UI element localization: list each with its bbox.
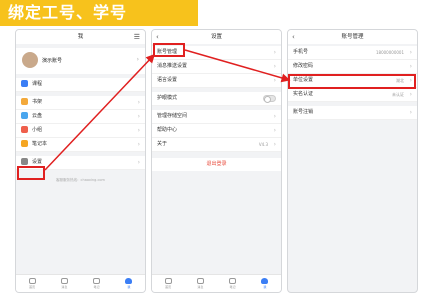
arrow-settings-to-account xyxy=(44,53,156,171)
flow-arrows xyxy=(44,49,291,171)
arrow-account-to-unit xyxy=(184,49,291,83)
